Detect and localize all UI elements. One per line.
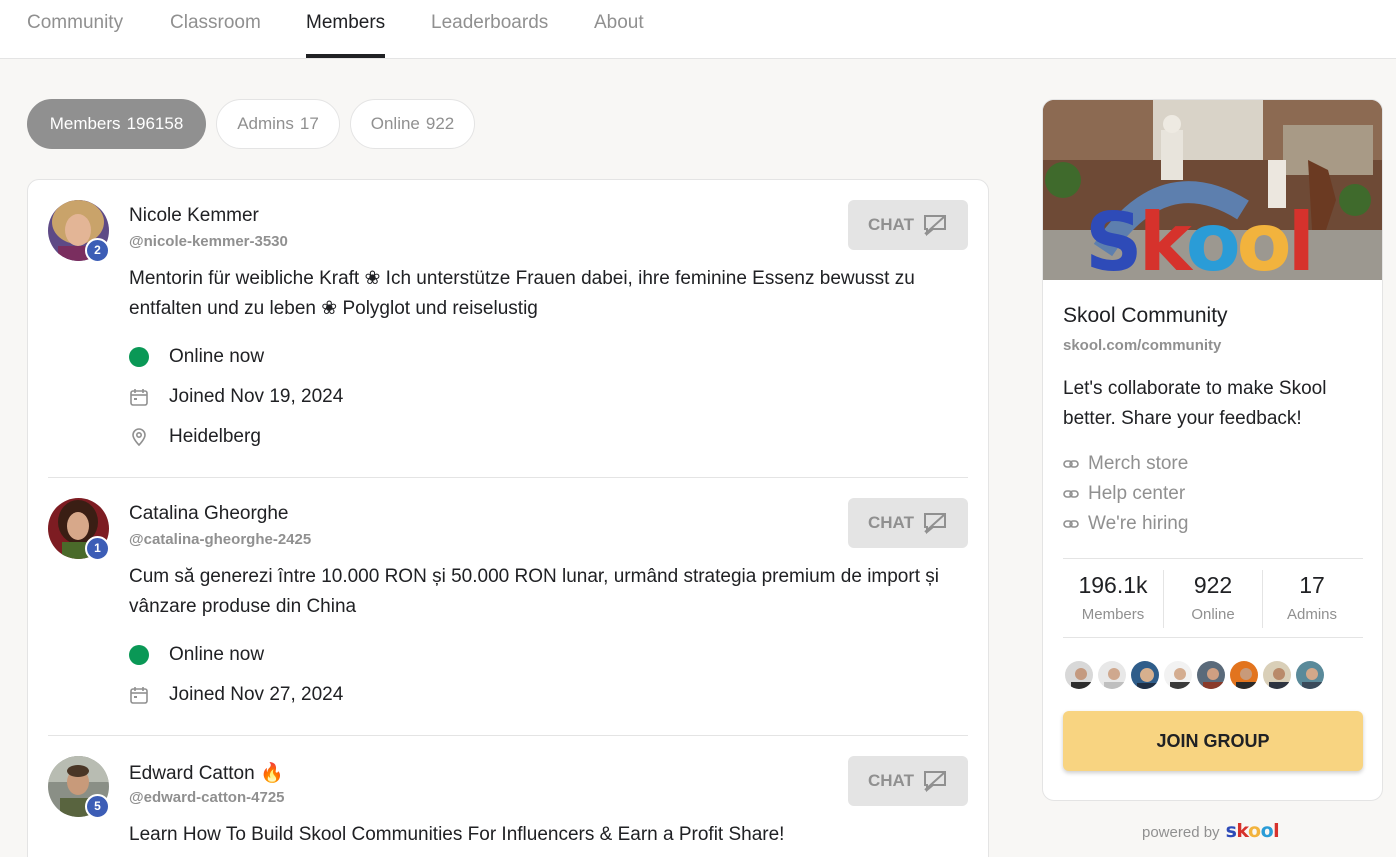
joined-text: Joined Nov 19, 2024 xyxy=(169,386,344,407)
chat-button[interactable]: CHAT xyxy=(848,200,968,250)
chat-label: CHAT xyxy=(868,513,914,532)
filter-label: Admins xyxy=(237,114,294,133)
chat-label: CHAT xyxy=(868,771,914,790)
status-text: Online now xyxy=(169,644,265,665)
logo-letter: k xyxy=(1236,820,1249,842)
tab-about[interactable]: About xyxy=(594,0,644,58)
stat-value: 17 xyxy=(1299,572,1325,598)
stat-online[interactable]: 922 Online xyxy=(1163,570,1263,623)
status-text: Online now xyxy=(169,346,265,367)
group-cover-image: Skool xyxy=(1043,100,1382,280)
group-url: skool.com/community xyxy=(1063,337,1222,354)
link-icon xyxy=(1063,520,1079,528)
logo-letter: l xyxy=(1273,820,1280,842)
tab-members[interactable]: Members xyxy=(306,0,386,58)
online-dot-icon xyxy=(129,645,149,665)
divider xyxy=(1063,558,1363,559)
group-name[interactable]: Skool Community xyxy=(1063,304,1228,328)
location-text: Heidelberg xyxy=(169,426,261,447)
divider xyxy=(1063,637,1363,638)
member-bio: Mentorin für weibliche Kraft ❀ Ich unter… xyxy=(129,268,915,319)
stat-members[interactable]: 196.1k Members xyxy=(1063,570,1163,623)
stat-value: 196.1k xyxy=(1078,572,1148,598)
filter-count: 196158 xyxy=(126,114,184,133)
filter-members-button[interactable]: Members 196158 xyxy=(27,99,206,149)
link-label: Help center xyxy=(1088,483,1186,504)
member-avatar[interactable] xyxy=(1294,659,1326,691)
link-icon xyxy=(1063,460,1079,468)
member-name[interactable]: Nicole Kemmer xyxy=(129,205,259,227)
member-bio: Learn How To Build Skool Communities For… xyxy=(129,824,785,845)
joined-text: Joined Nov 27, 2024 xyxy=(169,684,344,705)
tab-classroom[interactable]: Classroom xyxy=(170,0,261,58)
top-navigation: Community Classroom Members Leaderboards… xyxy=(0,0,1396,59)
chat-button[interactable]: CHAT xyxy=(848,756,968,806)
group-info-card: Skool Skool Community skool.com/communit… xyxy=(1042,99,1383,801)
logo-letter: o xyxy=(1260,820,1274,842)
logo-letter: o xyxy=(1248,820,1261,842)
member-avatar[interactable] xyxy=(1228,659,1260,691)
member-avatar[interactable] xyxy=(1261,659,1293,691)
calendar-icon xyxy=(130,389,148,406)
stat-label: Members xyxy=(1081,606,1145,623)
stat-value: 922 xyxy=(1193,572,1233,598)
member-name[interactable]: Catalina Gheorghe xyxy=(129,503,289,525)
join-group-button[interactable]: JOIN GROUP xyxy=(1063,711,1363,771)
member-avatar[interactable] xyxy=(1096,659,1128,691)
stat-admins[interactable]: 17 Admins xyxy=(1262,570,1362,623)
link-label: Merch store xyxy=(1088,453,1189,474)
chat-label: CHAT xyxy=(868,215,914,234)
level-badge: 1 xyxy=(85,536,110,561)
skool-logo: skool xyxy=(1226,820,1280,842)
member-handle: @catalina-gheorghe-2425 xyxy=(129,531,312,548)
member-name[interactable]: Edward Catton 🔥 xyxy=(129,761,284,785)
member-bio: Cum să generezi între 10.000 RON și 50.0… xyxy=(129,566,939,617)
cover-lettering: Skool xyxy=(1085,196,1311,280)
stat-label: Online xyxy=(1191,606,1235,623)
group-description: Let's collaborate to make Skool better. … xyxy=(1063,378,1327,429)
link-label: We're hiring xyxy=(1088,513,1189,534)
chat-button[interactable]: CHAT xyxy=(848,498,968,548)
chat-bubble-icon xyxy=(924,513,946,535)
powered-by[interactable]: powered by skool xyxy=(1142,820,1280,844)
member-avatar[interactable] xyxy=(1162,659,1194,691)
member-avatar[interactable] xyxy=(1195,659,1227,691)
level-badge: 2 xyxy=(85,238,110,263)
tab-community[interactable]: Community xyxy=(27,0,123,58)
filter-admins-button[interactable]: Admins 17 xyxy=(216,99,340,149)
members-list: 2 Nicole Kemmer @nicole-kemmer-3530 CHAT… xyxy=(27,179,989,857)
member-handle: @nicole-kemmer-3530 xyxy=(129,233,288,250)
powered-by-label: powered by xyxy=(1142,824,1220,841)
member-avatar[interactable] xyxy=(1129,659,1161,691)
filter-count: 922 xyxy=(425,114,455,133)
location-pin-icon xyxy=(132,428,146,447)
divider xyxy=(48,735,968,736)
filter-online-button[interactable]: Online 922 xyxy=(350,99,475,149)
chat-bubble-icon xyxy=(924,215,946,237)
member-avatar[interactable] xyxy=(1063,659,1095,691)
chat-bubble-icon xyxy=(924,771,946,793)
online-dot-icon xyxy=(129,347,149,367)
tab-leaderboards[interactable]: Leaderboards xyxy=(431,0,548,58)
link-icon xyxy=(1063,490,1079,498)
level-badge: 5 xyxy=(85,794,110,819)
filter-label: Members xyxy=(49,114,121,133)
filter-label: Online xyxy=(370,114,420,133)
calendar-icon xyxy=(130,687,148,704)
logo-letter: s xyxy=(1225,820,1237,842)
divider xyxy=(48,477,968,478)
filter-count: 17 xyxy=(299,114,319,133)
stat-label: Admins xyxy=(1286,606,1338,623)
member-handle: @edward-catton-4725 xyxy=(129,789,285,806)
